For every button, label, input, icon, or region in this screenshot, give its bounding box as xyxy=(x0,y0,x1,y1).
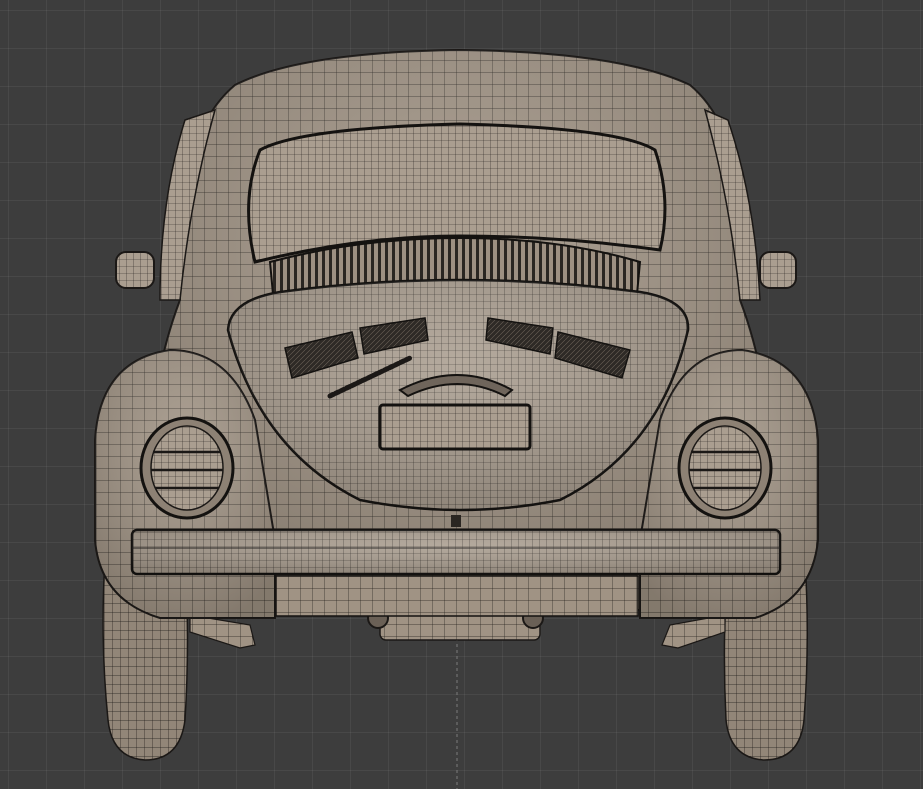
rear-bumper xyxy=(130,528,782,576)
rear-valance xyxy=(275,575,639,617)
left-side-mirror xyxy=(115,251,155,289)
left-suspension-arm xyxy=(189,614,256,649)
3d-viewport[interactable] xyxy=(0,0,923,789)
right-suspension-arm xyxy=(661,614,726,649)
right-tail-light xyxy=(677,416,773,520)
license-plate xyxy=(378,403,532,451)
left-tail-light xyxy=(139,416,235,520)
plate-lamp xyxy=(451,515,461,527)
right-side-mirror xyxy=(759,251,797,289)
car-wireframe-model[interactable] xyxy=(0,0,923,789)
